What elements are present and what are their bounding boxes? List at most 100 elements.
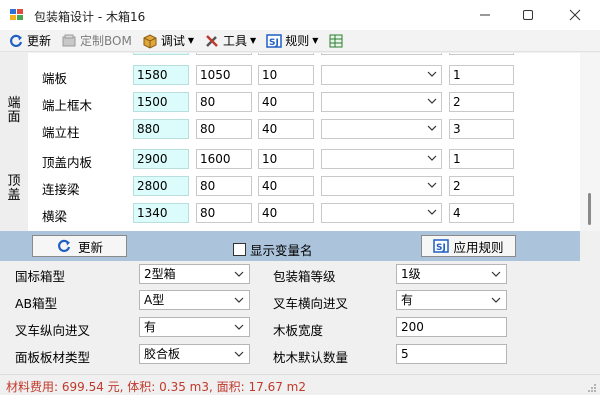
thickness-cell[interactable]: 40 — [258, 92, 314, 112]
material-dropdown[interactable] — [321, 119, 442, 139]
quantity-cell-value: 1 — [453, 68, 461, 82]
partial-cell[interactable] — [133, 53, 189, 55]
rules-icon: SJ — [433, 239, 450, 253]
apply-rules-button[interactable]: SJ 应用规则 — [421, 235, 516, 257]
chevron-down-icon — [234, 324, 244, 330]
chevron-down-icon — [427, 155, 437, 161]
minimize-button[interactable] — [462, 0, 508, 30]
refresh-button[interactable]: 更新 — [32, 235, 127, 257]
row-name-label: 端立柱 — [42, 125, 80, 140]
national-box-type-select[interactable]: 2型箱 — [139, 264, 250, 284]
forklift-lateral-label: 叉车横向进叉 — [273, 296, 349, 311]
grid-scrollbar[interactable] — [580, 53, 600, 231]
width-cell[interactable]: 80 — [196, 203, 252, 223]
maximize-button[interactable] — [505, 0, 551, 30]
partial-cell[interactable] — [449, 53, 514, 55]
panel-material-label: 面板板材类型 — [15, 350, 91, 365]
material-dropdown[interactable] — [321, 92, 442, 112]
forklift-lateral-select[interactable]: 有 — [396, 290, 507, 310]
panel-material-select[interactable]: 胶合板 — [139, 344, 250, 364]
length-cell[interactable]: 1580 — [133, 65, 189, 85]
length-cell[interactable]: 880 — [133, 119, 189, 139]
sleeper-default-count-label: 枕木默认数量 — [273, 350, 349, 365]
width-cell[interactable]: 1600 — [196, 149, 252, 169]
toolbar-debug-menu[interactable]: 调试 ▼ — [142, 32, 194, 49]
table-row: 连接梁 2800 80 40 2 — [0, 174, 580, 201]
sleeper-default-count-input[interactable]: 5 — [396, 344, 507, 364]
partial-cell[interactable] — [258, 53, 314, 55]
width-cell[interactable]: 80 — [196, 176, 252, 196]
material-dropdown[interactable] — [321, 176, 442, 196]
row-name-label: 连接梁 — [42, 182, 80, 197]
thickness-cell[interactable]: 40 — [258, 203, 314, 223]
plank-width-value: 200 — [401, 320, 424, 334]
show-var-names-toggle[interactable]: 显示变量名 — [233, 240, 313, 259]
length-cell[interactable]: 2800 — [133, 176, 189, 196]
scrollbar-thumb[interactable] — [588, 193, 591, 225]
apply-rules-button-label: 应用规则 — [453, 239, 504, 255]
thickness-cell[interactable]: 40 — [258, 176, 314, 196]
chevron-down-icon: ▼ — [187, 36, 195, 45]
thickness-cell[interactable]: 10 — [258, 65, 314, 85]
length-cell-value: 880 — [137, 122, 160, 136]
plank-width-input[interactable]: 200 — [396, 317, 507, 337]
toolbar-rules-label: 规则 — [285, 34, 310, 48]
chevron-down-icon — [234, 297, 244, 303]
window-title: 包装箱设计 - 木箱16 — [34, 10, 146, 24]
parts-grid: 端面 顶盖 端板 1580 1050 10 1 端上框木 1500 80 40 2 端立柱 880 80… — [0, 53, 580, 231]
length-cell[interactable]: 1500 — [133, 92, 189, 112]
rules-icon: SJ — [266, 33, 282, 48]
svg-text:SJ: SJ — [436, 243, 446, 253]
chevron-down-icon — [427, 71, 437, 77]
material-dropdown[interactable] — [321, 65, 442, 85]
quantity-cell[interactable]: 2 — [449, 176, 514, 196]
quantity-cell[interactable]: 3 — [449, 119, 514, 139]
quantity-cell[interactable]: 1 — [449, 149, 514, 169]
partial-cell[interactable] — [321, 53, 442, 55]
row-name-label: 端上框木 — [42, 98, 93, 113]
toolbar-refresh-button[interactable]: 更新 — [8, 32, 51, 49]
group-band-partial — [0, 53, 28, 63]
length-cell[interactable]: 1340 — [133, 203, 189, 223]
plank-width-label: 木板宽度 — [273, 323, 324, 338]
toolbar: 更新 定制BOM 调试 ▼ 工具 ▼ SJ 规则 ▼ — [0, 30, 600, 52]
show-var-names-checkbox[interactable] — [233, 243, 246, 256]
ab-box-type-select[interactable]: A型 — [139, 290, 250, 310]
width-cell-value: 1050 — [200, 68, 231, 82]
thickness-cell-value: 40 — [262, 179, 278, 193]
partial-cell[interactable] — [196, 53, 252, 55]
app-icon — [10, 9, 23, 20]
refresh-icon — [58, 239, 71, 252]
toolbar-spreadsheet-button[interactable] — [328, 33, 347, 49]
quantity-cell[interactable]: 4 — [449, 203, 514, 223]
sleeper-default-count-value: 5 — [401, 347, 409, 361]
material-dropdown[interactable] — [321, 203, 442, 223]
width-cell[interactable]: 80 — [196, 119, 252, 139]
close-button[interactable] — [552, 0, 598, 30]
thickness-cell-value: 10 — [262, 152, 278, 166]
toolbar-custom-bom-label: 定制BOM — [80, 34, 132, 48]
length-cell-value: 1580 — [137, 68, 168, 82]
toolbar-tools-label: 工具 — [223, 34, 248, 48]
material-dropdown[interactable] — [321, 149, 442, 169]
thickness-cell[interactable]: 10 — [258, 149, 314, 169]
quantity-cell[interactable]: 1 — [449, 65, 514, 85]
thickness-cell-value: 40 — [262, 122, 278, 136]
forklift-longitudinal-select[interactable]: 有 — [139, 317, 250, 337]
width-cell[interactable]: 80 — [196, 92, 252, 112]
resize-grip-icon[interactable] — [587, 383, 597, 393]
toolbar-rules-menu[interactable]: SJ 规则 ▼ — [266, 32, 318, 49]
thickness-cell[interactable]: 40 — [258, 119, 314, 139]
length-cell[interactable]: 2900 — [133, 149, 189, 169]
package-grade-select[interactable]: 1级 — [396, 264, 507, 284]
ab-box-type-label: AB箱型 — [15, 296, 58, 311]
row-name-label: 顶盖内板 — [42, 155, 93, 170]
quantity-cell[interactable]: 2 — [449, 92, 514, 112]
quantity-cell-value: 1 — [453, 152, 461, 166]
width-cell-value: 80 — [200, 122, 216, 136]
row-name-label: 端板 — [42, 71, 68, 86]
toolbar-custom-bom-button[interactable]: 定制BOM — [61, 32, 132, 49]
width-cell[interactable]: 1050 — [196, 65, 252, 85]
toolbar-tools-menu[interactable]: 工具 ▼ — [204, 32, 256, 49]
table-row: 横梁 1340 80 40 4 — [0, 201, 580, 228]
